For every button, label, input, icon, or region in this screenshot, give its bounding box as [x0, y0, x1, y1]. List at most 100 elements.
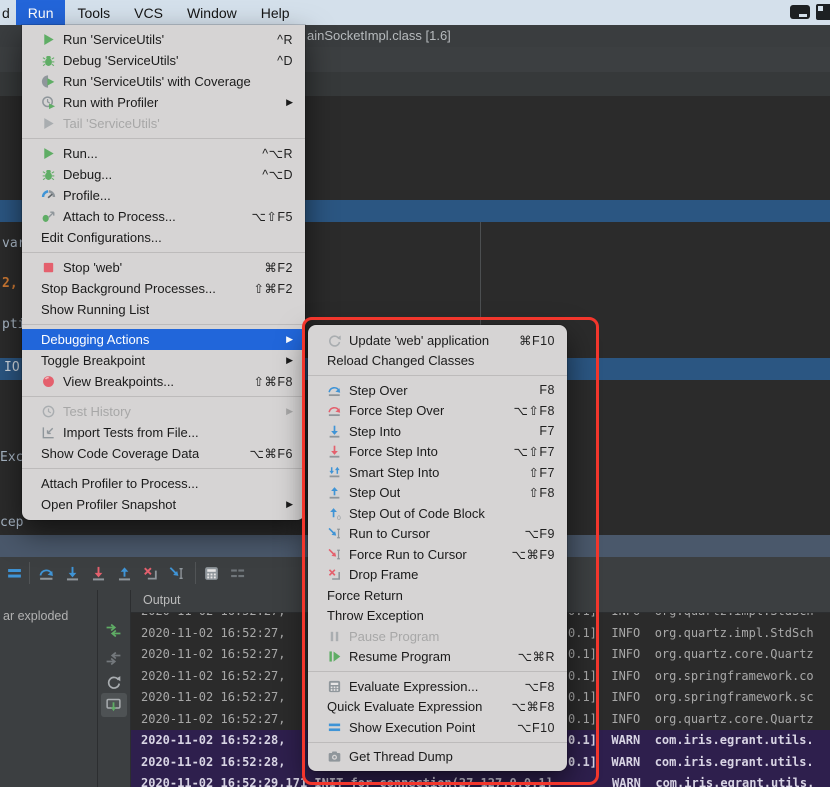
menubar-item-window[interactable]: Window — [175, 0, 249, 25]
menubar-item-vcs[interactable]: VCS — [122, 0, 175, 25]
run-menu-item-show-running-list[interactable]: Show Running List — [22, 299, 305, 320]
debug-submenu-item-step-into[interactable]: Step IntoF7 — [308, 421, 567, 442]
menubar-item-run[interactable]: Run — [16, 0, 66, 25]
debug-submenu-item-force-return[interactable]: Force Return — [308, 585, 567, 606]
toolbar-step-over-blue-icon[interactable] — [38, 565, 55, 582]
run-menu-item-toggle-breakpoint[interactable]: Toggle Breakpoint▶ — [22, 350, 305, 371]
menubar-item-partial[interactable]: d — [0, 0, 16, 25]
menu-separator — [308, 667, 567, 676]
toolbar-separator — [195, 562, 196, 584]
run-menu-item-profile[interactable]: Profile... — [22, 185, 305, 206]
menu-item-shortcut: ⌘F10 — [503, 333, 555, 348]
menu-item-shortcut: ⌥⌘R — [502, 649, 555, 664]
run-menu-item-show-code-coverage-data[interactable]: Show Code Coverage Data⌥⌘F6 — [22, 443, 305, 464]
run-menu-item-import-tests-from-file[interactable]: Import Tests from File... — [22, 422, 305, 443]
deployment-icon-strip — [98, 590, 131, 787]
debug-submenu-item-drop-frame[interactable]: Drop Frame — [308, 565, 567, 586]
menu-separator — [22, 134, 305, 143]
toolbar-step-into-blue-icon[interactable] — [64, 565, 81, 582]
run-menu-item-open-profiler-snapshot[interactable]: Open Profiler Snapshot▶ — [22, 494, 305, 515]
menu-item-label: Force Step Into — [349, 444, 438, 459]
run-menu-popup: Run 'ServiceUtils'^R Debug 'ServiceUtils… — [22, 25, 305, 520]
menubar-item-tools[interactable]: Tools — [65, 0, 122, 25]
menu-item-shortcut: ⇧F8 — [512, 485, 555, 500]
debug-submenu-item-step-out-of-code-block[interactable]: 0 Step Out of Code Block — [308, 503, 567, 524]
menu-item-shortcut: ^⌥R — [246, 146, 293, 161]
tab-output[interactable]: Output — [143, 593, 181, 607]
run-menu-item-debug-serviceutils[interactable]: Debug 'ServiceUtils'^D — [22, 50, 305, 71]
menubar-item-help[interactable]: Help — [249, 0, 302, 25]
debug-submenu-item-force-run-to-cursor[interactable]: Force Run to Cursor⌥⌘F9 — [308, 544, 567, 565]
run-menu-item-stop-web[interactable]: Stop 'web'⌘F2 — [22, 257, 305, 278]
debug-submenu-item-get-thread-dump[interactable]: Get Thread Dump — [308, 747, 567, 768]
toolbar-exec-point-icon[interactable] — [6, 565, 23, 582]
menu-item-label: Run to Cursor — [349, 526, 430, 541]
run-menu-item-run-serviceutils-with-coverage[interactable]: Run 'ServiceUtils' with Coverage — [22, 71, 305, 92]
drop-frame-icon — [327, 567, 342, 582]
toolbar-step-into-red-icon[interactable] — [90, 565, 107, 582]
menu-separator — [22, 392, 305, 401]
deployment-tree-item[interactable]: ar exploded — [3, 609, 68, 623]
strip-swap-gray-icon[interactable] — [105, 650, 122, 667]
menu-item-label: Step Over — [349, 383, 408, 398]
submenu-arrow-icon: ▶ — [270, 406, 293, 417]
run-menu-item-run-with-profiler[interactable]: Run with Profiler▶ — [22, 92, 305, 113]
debug-submenu-item-run-to-cursor[interactable]: Run to Cursor ⌥F9 — [308, 524, 567, 545]
debug-submenu-item-quick-evaluate-expression[interactable]: Quick Evaluate Expression⌥⌘F8 — [308, 697, 567, 718]
debug-submenu-item-force-step-into[interactable]: Force Step Into⌥⇧F7 — [308, 442, 567, 463]
log-timestamp: 2020-11-02 16:52:29,171 INIT for connect… — [141, 773, 553, 787]
menu-item-label: Step Out — [349, 485, 400, 500]
run-play-icon — [41, 146, 56, 161]
menu-item-label: Open Profiler Snapshot — [41, 497, 176, 512]
debug-submenu-item-resume-program[interactable]: Resume Program⌥⌘R — [308, 647, 567, 668]
strip-showback-icon[interactable] — [105, 697, 122, 714]
log-message-fragment: 0.1] INFO org.quartz.impl.StdSch — [568, 612, 814, 623]
toolbar-evaluate-icon[interactable] — [203, 565, 220, 582]
debugging-actions-submenu: Update 'web' application⌘F10Reload Chang… — [308, 325, 567, 771]
run-menu-item-edit-configurations[interactable]: Edit Configurations... — [22, 227, 305, 248]
run-menu-item-debug[interactable]: Debug...^⌥D — [22, 164, 305, 185]
bug-icon — [41, 167, 56, 182]
menu-item-label: Debug 'ServiceUtils' — [63, 53, 179, 68]
log-message-fragment: WARN com.iris.egrant.utils. — [612, 773, 814, 787]
strip-sync-icon[interactable] — [105, 674, 122, 691]
menu-item-shortcut: ⌥F9 — [509, 526, 556, 541]
run-menu-item-tail-serviceutils: Tail 'ServiceUtils' — [22, 113, 305, 134]
toolbar-drop-frame-icon[interactable] — [142, 565, 159, 582]
log-message-fragment: 0.1] WARN com.iris.egrant.utils. — [568, 752, 814, 774]
run-menu-item-attach-profiler-to-process[interactable]: Attach Profiler to Process... — [22, 473, 305, 494]
run-menu-item-stop-background-processes[interactable]: Stop Background Processes...⇧⌘F2 — [22, 278, 305, 299]
debug-submenu-item-smart-step-into[interactable]: Smart Step Into⇧F7 — [308, 462, 567, 483]
debug-submenu-item-step-out[interactable]: Step Out ⇧F8 — [308, 483, 567, 504]
toolbar-trace-icon[interactable] — [229, 565, 246, 582]
menu-item-label: Smart Step Into — [349, 465, 439, 480]
run-menu-item-run-serviceutils[interactable]: Run 'ServiceUtils'^R — [22, 29, 305, 50]
console-log-row: 2020-11-02 16:52:29,171 INIT for connect… — [131, 773, 830, 787]
debug-submenu-item-update-web-application[interactable]: Update 'web' application⌘F10 — [308, 330, 567, 351]
menu-item-shortcut: ⇧⌘F2 — [237, 281, 293, 296]
menu-item-label: Step Out of Code Block — [349, 506, 485, 521]
debug-submenu-item-step-over[interactable]: Step OverF8 — [308, 380, 567, 401]
run-menu-item-attach-to-process[interactable]: Attach to Process...⌥⇧F5 — [22, 206, 305, 227]
menu-item-shortcut: ⇧⌘F8 — [237, 374, 293, 389]
svg-text:0: 0 — [337, 515, 341, 521]
toolbar-step-out-blue-icon[interactable] — [116, 565, 133, 582]
debug-submenu-item-throw-exception[interactable]: Throw Exception — [308, 606, 567, 627]
toolbar-run-to-cursor-blue-icon[interactable] — [168, 565, 185, 582]
log-message-fragment: 0.1] INFO org.springframework.sc — [568, 687, 814, 709]
debug-submenu-item-force-step-over[interactable]: Force Step Over⌥⇧F8 — [308, 401, 567, 422]
input-source-icon[interactable] — [790, 5, 810, 19]
menu-item-label: Drop Frame — [349, 567, 418, 582]
debug-submenu-item-show-execution-point[interactable]: Show Execution Point⌥F10 — [308, 717, 567, 738]
run-menu-item-view-breakpoints[interactable]: View Breakpoints...⇧⌘F8 — [22, 371, 305, 392]
debug-submenu-item-reload-changed-classes[interactable]: Reload Changed Classes — [308, 351, 567, 372]
debug-submenu-item-evaluate-expression[interactable]: Evaluate Expression...⌥F8 — [308, 676, 567, 697]
run-menu-item-run[interactable]: Run...^⌥R — [22, 143, 305, 164]
run-menu-item-debugging-actions[interactable]: Debugging Actions▶ — [22, 329, 305, 350]
log-timestamp: 2020-11-02 16:52:27, — [141, 666, 286, 688]
menu-item-label: Force Return — [327, 588, 403, 603]
profiler-gauge-icon — [41, 188, 56, 203]
status-menu-icon[interactable] — [816, 4, 830, 20]
strip-deploy-icon[interactable] — [105, 622, 122, 639]
menu-item-label: Show Execution Point — [349, 720, 475, 735]
